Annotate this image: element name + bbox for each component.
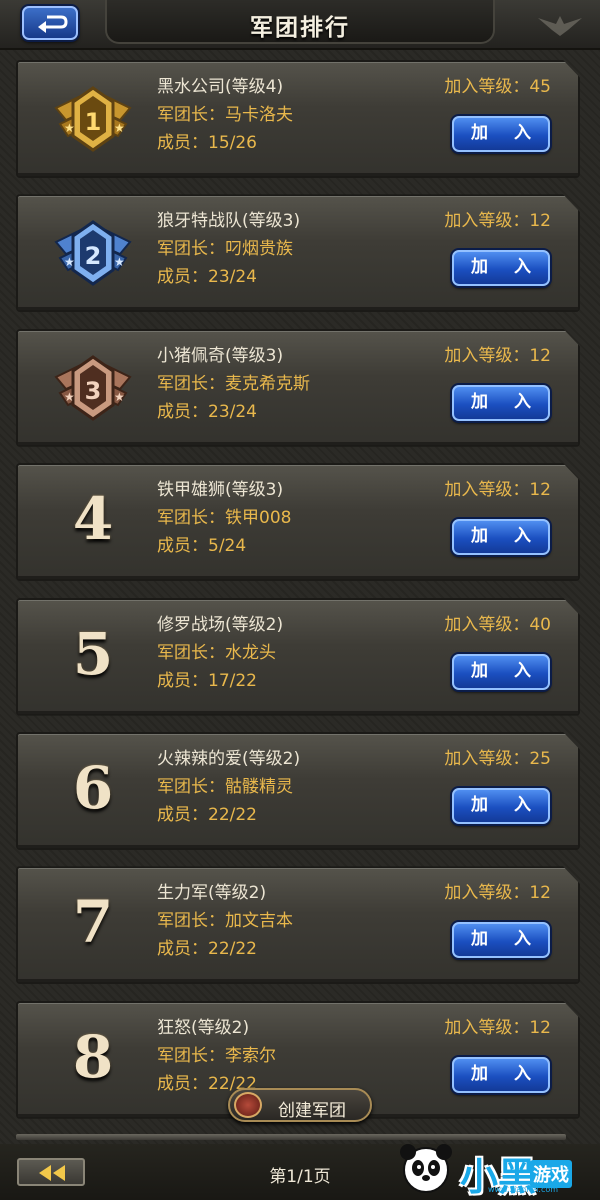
svg-text:★: ★ <box>64 390 75 404</box>
guild-card: 6 火辣辣的爱(等级2) 军团长：骷髅精灵 成员：22/22 加入等级：25 加… <box>16 731 580 850</box>
rank-number: 7 <box>72 888 114 957</box>
guild-members: 成员：15/26 <box>157 133 257 153</box>
rank-1-gold-badge-icon: 1 ★ ★ <box>54 86 132 152</box>
guild-leader: 军团长：叼烟贵族 <box>157 239 293 260</box>
guild-card: 3 ★ ★ 小猪佩奇(等级3) 军团长：麦克希克斯 成员：23/24 加入等级：… <box>16 328 580 447</box>
join-level-requirement: 加入等级：45 <box>444 77 551 97</box>
join-level-requirement: 加入等级：40 <box>444 614 551 635</box>
back-button[interactable] <box>22 6 78 40</box>
join-button[interactable]: 加 入 <box>452 116 550 152</box>
join-button[interactable]: 加 入 <box>452 922 550 959</box>
rank-number: 2 <box>85 242 102 270</box>
watermark-url: www.xiaohei.com <box>488 1185 559 1194</box>
rank-number: 1 <box>85 108 102 136</box>
guild-name: 火辣辣的爱(等级2) <box>157 748 301 769</box>
watermark-suffix: 游戏 <box>530 1160 572 1188</box>
join-level-requirement: 加入等级：12 <box>444 345 551 366</box>
guild-leader: 军团长：麦克希克斯 <box>157 373 310 394</box>
rank-number: 4 <box>72 485 114 554</box>
guild-name: 修罗战场(等级2) <box>157 614 284 635</box>
create-guild-label: 创建军团 <box>278 1101 346 1121</box>
join-button[interactable]: 加 入 <box>452 787 550 824</box>
guild-members: 成员：23/24 <box>157 267 257 288</box>
guild-name: 狼牙特战队(等级3) <box>157 211 301 232</box>
join-level-requirement: 加入等级：12 <box>444 883 551 904</box>
join-level-requirement: 加入等级：12 <box>444 1017 551 1038</box>
guild-card: 7 生力军(等级2) 军团长：加文吉本 成员：22/22 加入等级：12 加 入 <box>16 866 580 985</box>
rank-number: 5 <box>72 619 114 688</box>
rank-2-blue-badge-icon: 2 ★ ★ <box>54 220 132 287</box>
join-level-requirement: 加入等级：12 <box>444 211 551 232</box>
guild-name: 铁甲雄狮(等级3) <box>157 480 284 501</box>
rank-number: 8 <box>72 1022 114 1091</box>
guild-name: 黑水公司(等级4) <box>157 77 284 97</box>
rank-number: 6 <box>72 753 114 822</box>
guild-leader: 军团长：骷髅精灵 <box>157 776 293 797</box>
join-level-requirement: 加入等级：25 <box>444 748 551 769</box>
back-arrow-icon <box>38 15 68 33</box>
join-button[interactable]: 加 入 <box>452 250 550 287</box>
guild-name: 狂怒(等级2) <box>157 1017 250 1038</box>
panda-mascot-icon <box>400 1144 452 1193</box>
rank-number: 3 <box>85 377 102 405</box>
join-button[interactable]: 加 入 <box>452 384 550 421</box>
join-button[interactable]: 加 入 <box>452 519 550 556</box>
guild-leader: 军团长：铁甲008 <box>157 508 292 529</box>
guild-members: 成员：22/22 <box>157 939 257 960</box>
guild-ranking-list: 1 ★ ★ 黑水公司(等级4) 军团长：马卡洛夫 成员：15/26 加入等级：4… <box>16 60 580 1135</box>
guild-name: 小猪佩奇(等级3) <box>157 345 284 366</box>
guild-leader: 军团长：水龙头 <box>157 642 276 663</box>
guild-card: 1 ★ ★ 黑水公司(等级4) 军团长：马卡洛夫 成员：15/26 加入等级：4… <box>16 60 580 178</box>
guild-card: 4 铁甲雄狮(等级3) 军团长：铁甲008 成员：5/24 加入等级：12 加 … <box>16 463 580 582</box>
join-level-requirement: 加入等级：12 <box>444 480 551 501</box>
eagle-emblem-icon <box>538 16 582 36</box>
site-watermark: 小黑 游戏 www.xiaohei.com <box>392 1138 592 1199</box>
svg-text:★: ★ <box>64 121 75 135</box>
create-guild-button[interactable]: 创建军团 <box>228 1088 372 1122</box>
guild-members: 成员：17/22 <box>157 670 257 691</box>
page-title: 军团排行 <box>250 15 350 41</box>
guild-leader: 军团长：李索尔 <box>157 1045 276 1066</box>
guild-leader: 军团长：马卡洛夫 <box>157 105 293 125</box>
guild-members: 成员：23/24 <box>157 401 257 422</box>
guild-name: 生力军(等级2) <box>157 883 267 904</box>
top-bar: 军团排行 <box>0 0 600 50</box>
svg-text:★: ★ <box>114 121 125 135</box>
rank-3-bronze-badge-icon: 3 ★ ★ <box>54 354 132 421</box>
svg-text:★: ★ <box>114 390 125 404</box>
guild-card: 2 ★ ★ 狼牙特战队(等级3) 军团长：叼烟贵族 成员：23/24 加入等级：… <box>16 194 580 313</box>
guild-members: 成员：5/24 <box>157 536 247 557</box>
guild-leader: 军团长：加文吉本 <box>157 911 293 932</box>
guild-card: 5 修罗战场(等级2) 军团长：水龙头 成员：17/22 加入等级：40 加 入 <box>16 597 580 716</box>
guild-emblem-icon <box>234 1092 262 1118</box>
svg-text:★: ★ <box>114 255 125 269</box>
svg-text:★: ★ <box>64 255 75 269</box>
join-button[interactable]: 加 入 <box>452 1056 550 1093</box>
guild-members: 成员：22/22 <box>157 804 257 825</box>
join-button[interactable]: 加 入 <box>452 653 550 690</box>
